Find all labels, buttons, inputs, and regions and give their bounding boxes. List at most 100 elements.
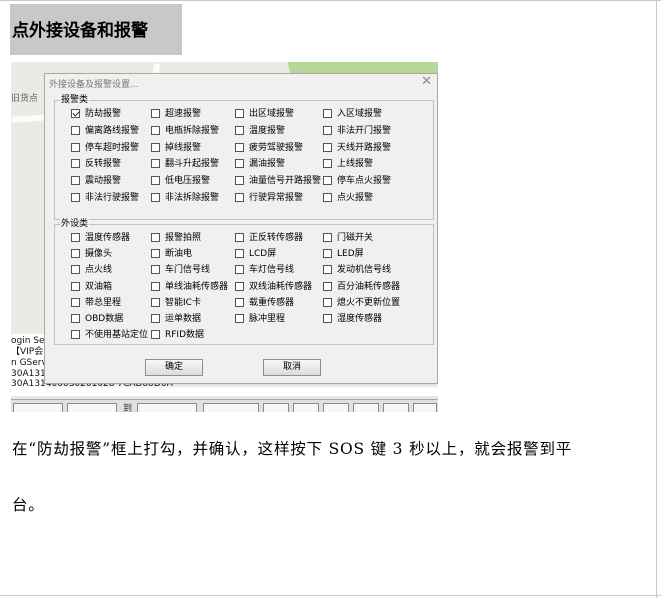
- checkbox[interactable]: [151, 314, 160, 323]
- checkbox[interactable]: [71, 176, 80, 186]
- checkbox-label: 停车超时报警: [85, 142, 140, 153]
- checkbox-label: 超速报警: [165, 109, 202, 119]
- checkbox[interactable]: [71, 249, 80, 259]
- checkbox-label: 运单数据: [165, 314, 202, 324]
- checkbox[interactable]: [323, 176, 332, 186]
- checkbox-label: 低电压报警: [165, 176, 211, 187]
- checkbox[interactable]: [151, 159, 160, 169]
- checkbox[interactable]: [235, 281, 244, 291]
- checkbox[interactable]: [323, 297, 332, 307]
- page-border-bottom: [0, 595, 661, 596]
- toolbar-field[interactable]: [137, 403, 197, 412]
- checkbox[interactable]: [151, 297, 160, 307]
- checkbox-label: 车灯信号线: [249, 265, 295, 276]
- checkbox[interactable]: [235, 249, 244, 259]
- instruction-paragraph-line-2: 台。: [12, 496, 45, 514]
- checkbox-label: 偏离路线报警: [85, 125, 140, 136]
- checkbox[interactable]: [151, 265, 160, 275]
- checkbox-label: RFID数据: [165, 330, 205, 341]
- checkbox-label: 温度传感器: [85, 233, 131, 243]
- ok-button[interactable]: 确定: [145, 359, 203, 376]
- checkbox[interactable]: [323, 249, 332, 259]
- checkbox[interactable]: [235, 176, 244, 186]
- checkbox-label: LCD屏: [249, 249, 277, 260]
- checkbox[interactable]: [323, 233, 332, 242]
- close-icon[interactable]: ✕: [421, 75, 432, 89]
- checkbox[interactable]: [71, 281, 80, 291]
- toolbar-button[interactable]: [293, 403, 319, 412]
- checkbox[interactable]: [235, 159, 244, 169]
- checkbox-label: 载重传感器: [249, 297, 295, 308]
- checkbox-label: 油量信号开路报警: [249, 176, 322, 187]
- checkbox[interactable]: [71, 142, 80, 152]
- checkbox[interactable]: [235, 193, 244, 202]
- checkbox[interactable]: [71, 159, 80, 169]
- checkbox-label: 上线报警: [337, 159, 374, 170]
- toolbar-button[interactable]: [263, 403, 289, 412]
- checkbox[interactable]: [323, 193, 332, 202]
- toolbar-label: 到: [123, 404, 133, 412]
- checkbox[interactable]: [71, 125, 80, 135]
- checkbox[interactable]: [323, 265, 332, 275]
- checkbox-label: LED屏: [337, 249, 364, 260]
- checkbox[interactable]: [323, 142, 332, 152]
- checkbox[interactable]: [151, 249, 160, 259]
- toolbar-field[interactable]: [13, 403, 63, 412]
- peripheral-alarm-settings-dialog: 外接设备及报警设置... ✕ 报警类 防劫报警 超速报警 出区域报警 入区域报警 偏离路…: [44, 73, 438, 384]
- checkbox-label: 双油箱: [85, 281, 113, 292]
- checkbox[interactable]: [323, 159, 332, 169]
- checkbox-label: 出区域报警: [249, 109, 295, 119]
- checkbox[interactable]: [323, 281, 332, 291]
- toolbar-field[interactable]: [67, 403, 117, 412]
- checkbox[interactable]: [151, 125, 160, 135]
- checkbox[interactable]: [235, 233, 244, 242]
- checkbox[interactable]: [71, 314, 80, 323]
- checkbox[interactable]: [151, 176, 160, 186]
- checkbox-label: 报警拍照: [165, 233, 202, 243]
- toolbar-button[interactable]: [383, 403, 409, 412]
- checkbox[interactable]: [235, 109, 244, 118]
- checkbox-label: 摄像头: [85, 249, 113, 260]
- checkbox-label: 点火线: [85, 265, 113, 276]
- cancel-button[interactable]: 取消: [263, 359, 321, 376]
- checkbox[interactable]: [235, 142, 244, 152]
- checkbox[interactable]: [235, 314, 244, 323]
- checkbox-checked[interactable]: [71, 109, 80, 118]
- checkbox-label: 温度报警: [249, 125, 286, 136]
- toolbar-button[interactable]: [353, 403, 379, 412]
- dialog-title: 外接设备及报警设置...: [49, 80, 139, 90]
- checkbox-label: 带总里程: [85, 297, 122, 308]
- checkbox[interactable]: [71, 193, 80, 202]
- checkbox-label: 不使用基站定位: [85, 330, 149, 341]
- toolbar-button[interactable]: [413, 403, 437, 412]
- checkbox-label: 反转报警: [85, 159, 122, 170]
- checkbox-label: 电瓶拆除报警: [165, 125, 220, 136]
- checkbox[interactable]: [71, 233, 80, 242]
- checkbox-label: 行驶异常报警: [249, 193, 304, 203]
- checkbox[interactable]: [323, 125, 332, 135]
- checkbox-label: 智能IC卡: [165, 297, 201, 308]
- page-border-right: [656, 0, 657, 598]
- checkbox-label: 门磁开关: [337, 233, 374, 243]
- checkbox[interactable]: [71, 330, 80, 340]
- checkbox[interactable]: [151, 233, 160, 242]
- checkbox[interactable]: [235, 297, 244, 307]
- checkbox-label: 车门信号线: [165, 265, 211, 276]
- checkbox[interactable]: [71, 265, 80, 275]
- checkbox[interactable]: [323, 109, 332, 118]
- checkbox-label: 单线油耗传感器: [165, 281, 229, 292]
- map-place-label: 旧货点: [11, 94, 39, 104]
- checkbox[interactable]: [71, 297, 80, 307]
- checkbox[interactable]: [323, 314, 332, 323]
- toolbar-field[interactable]: [203, 403, 259, 412]
- checkbox[interactable]: [151, 330, 160, 340]
- toolbar-button[interactable]: [323, 403, 349, 412]
- checkbox[interactable]: [151, 193, 160, 202]
- checkbox[interactable]: [151, 142, 160, 152]
- checkbox[interactable]: [235, 125, 244, 135]
- checkbox-label: 入区域报警: [337, 109, 383, 119]
- checkbox[interactable]: [151, 109, 160, 118]
- checkbox[interactable]: [151, 281, 160, 291]
- checkbox-label: 脉冲里程: [249, 314, 286, 324]
- checkbox[interactable]: [235, 265, 244, 275]
